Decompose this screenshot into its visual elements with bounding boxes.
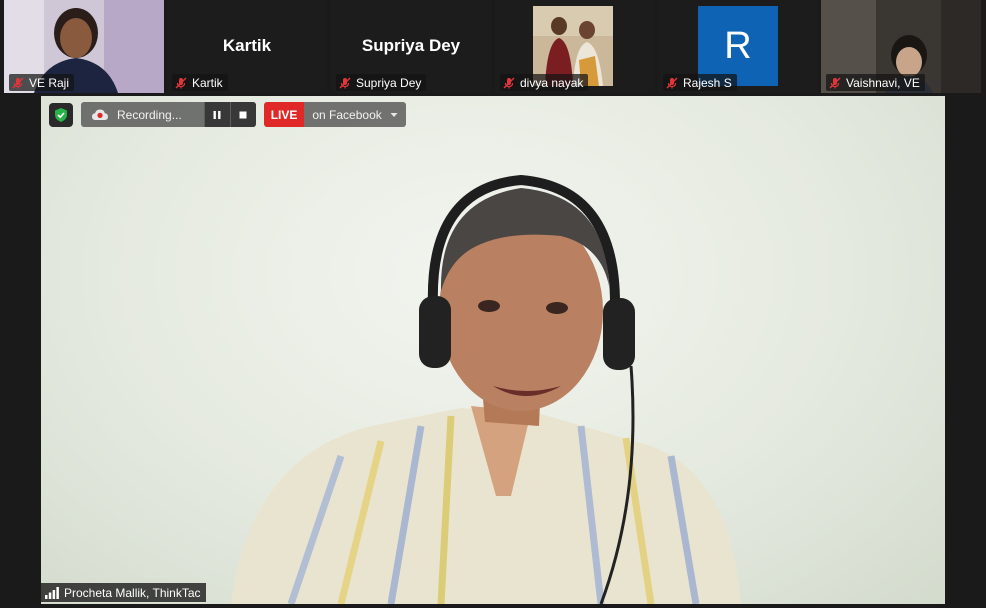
stop-icon	[239, 111, 247, 118]
muted-mic-icon	[12, 77, 24, 88]
participant-name-tag: Kartik	[172, 74, 228, 91]
cloud-recording-indicator: Recording...	[81, 102, 256, 127]
active-speaker-video[interactable]: Recording... LIVE on Facebook Procheta M…	[41, 96, 945, 604]
participant-name: divya nayak	[520, 75, 584, 90]
participant-tile-supriya-dey[interactable]: Supriya Dey Supriya Dey	[331, 0, 491, 93]
muted-mic-icon	[666, 77, 678, 88]
live-badge: LIVE	[263, 102, 305, 127]
chevron-down-icon	[390, 112, 398, 117]
signal-strength-icon	[45, 586, 59, 599]
participant-tile-vaishnavi-ve[interactable]: Vaishnavi, VE	[821, 0, 981, 93]
speaker-name: Procheta Mallik, ThinkTac	[64, 585, 201, 600]
participant-tile-divya-nayak[interactable]: divya nayak	[495, 0, 655, 93]
security-shield-icon[interactable]	[49, 102, 73, 127]
gallery-strip: VE Raji Kartik Kartik Supriya Dey Supriy	[0, 0, 986, 93]
participant-tile-rajesh-s[interactable]: R Rajesh S	[658, 0, 818, 93]
speaker-name-tag: Procheta Mallik, ThinkTac	[41, 583, 206, 602]
participant-big-name: Kartik	[222, 36, 272, 55]
participant-name: VE Raji	[29, 75, 70, 90]
participant-tile-kartik[interactable]: Kartik Kartik	[167, 0, 327, 93]
meeting-status-bar: Recording... LIVE on Facebook	[49, 102, 406, 127]
avatar-letter: R	[724, 24, 752, 67]
stop-recording-button[interactable]	[229, 102, 256, 127]
livestream-destination-dropdown[interactable]: on Facebook	[304, 102, 406, 127]
participant-tile-ve-raji[interactable]: VE Raji	[4, 0, 164, 93]
participant-big-name: Supriya Dey	[361, 36, 461, 55]
participant-name-tag: VE Raji	[9, 74, 75, 91]
participant-name-tag: Supriya Dey	[336, 74, 427, 91]
participant-name: Kartik	[192, 75, 223, 90]
participant-name: Supriya Dey	[356, 75, 422, 90]
pause-icon	[213, 110, 221, 119]
pause-recording-button[interactable]	[203, 102, 230, 127]
muted-mic-icon	[339, 77, 351, 88]
muted-mic-icon	[503, 77, 515, 88]
participant-name: Vaishnavi, VE	[846, 75, 920, 90]
participant-name: Rajesh S	[683, 75, 732, 90]
participant-name-tag: Rajesh S	[663, 74, 737, 91]
cloud-record-icon	[92, 109, 108, 120]
livestream-destination-label: on Facebook	[312, 107, 382, 122]
participant-name-tag: Vaishnavi, VE	[826, 74, 925, 91]
muted-mic-icon	[175, 77, 187, 88]
participant-name-tag: divya nayak	[500, 74, 589, 91]
speaker-video-frame	[231, 174, 741, 604]
recording-status-text: Recording...	[117, 107, 182, 122]
livestream-indicator[interactable]: LIVE on Facebook	[263, 102, 406, 127]
muted-mic-icon	[829, 77, 841, 88]
